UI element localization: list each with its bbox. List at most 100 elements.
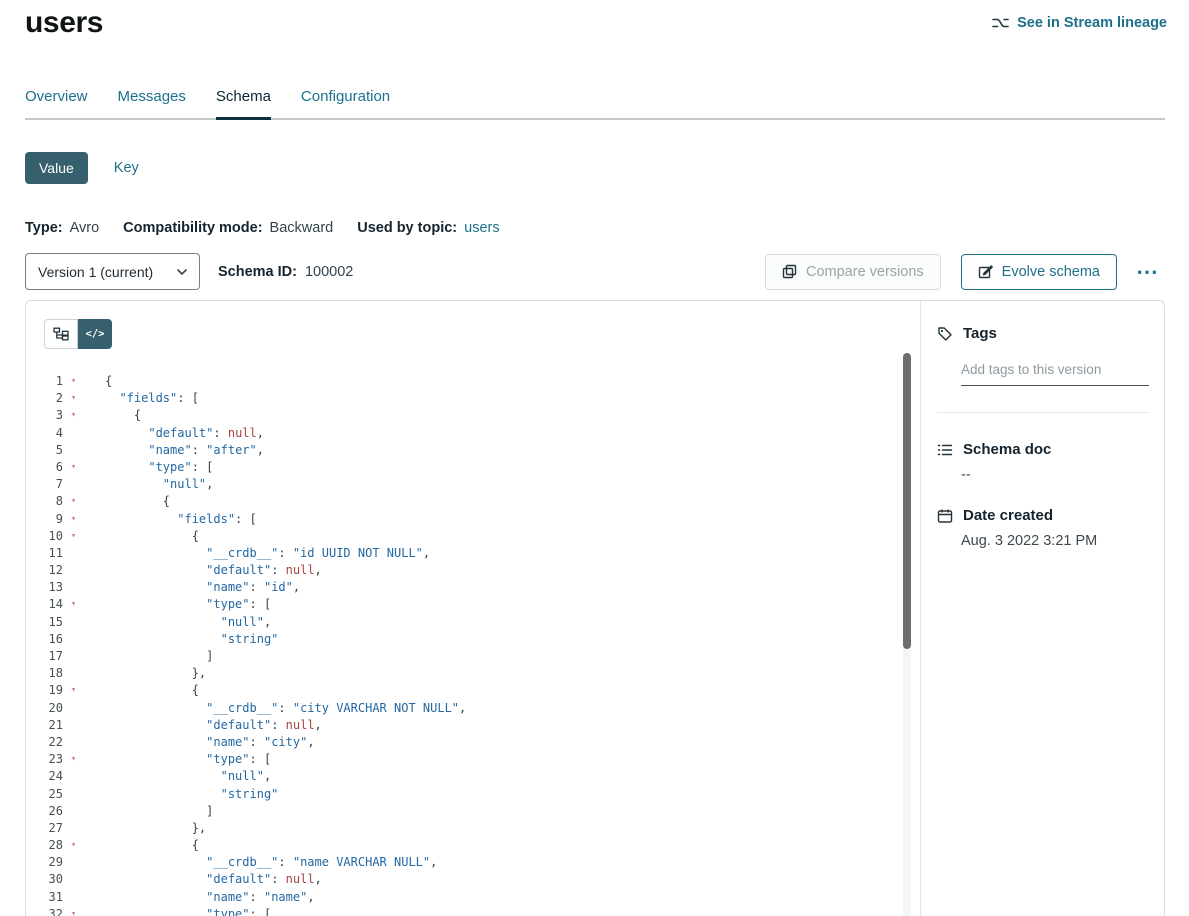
fold-spacer [63,717,84,734]
code-text: "default": null, [105,562,322,579]
compare-versions-button[interactable]: Compare versions [765,254,941,290]
code-line: 13 "name": "id", [26,579,906,596]
code-line: 24 "null", [26,768,906,785]
editor-mode-toggle: </> [44,319,112,349]
line-number: 6 [26,459,63,476]
code-line: 7 "null", [26,476,906,493]
code-line: 22 "name": "city", [26,734,906,751]
stream-lineage-label: See in Stream lineage [1017,15,1167,31]
tree-view-icon [53,327,69,341]
editor-scrollbar-track[interactable] [903,353,911,916]
code-text: }, [105,665,206,682]
more-options-button[interactable]: ⋯ [1129,254,1165,290]
code-line: 10▾ { [26,528,906,545]
fold-spacer [63,820,84,837]
tab-overview[interactable]: Overview [25,88,88,118]
stream-lineage-link[interactable]: See in Stream lineage [992,15,1167,31]
fold-toggle-icon[interactable]: ▾ [63,407,84,424]
fold-toggle-icon[interactable]: ▾ [63,596,84,613]
line-number: 17 [26,648,63,665]
line-number: 3 [26,407,63,424]
chevron-down-icon [177,269,187,275]
type-label: Type: [25,220,63,236]
fold-spacer [63,476,84,493]
fold-spacer [63,545,84,562]
evolve-schema-label: Evolve schema [1002,264,1100,280]
tags-title: Tags [963,325,997,342]
schema-meta: Type: Avro Compatibility mode: Backward … [25,220,500,236]
fold-toggle-icon[interactable]: ▾ [63,493,84,510]
line-number: 11 [26,545,63,562]
fold-toggle-icon[interactable]: ▾ [63,511,84,528]
compare-versions-icon [782,264,797,279]
fold-toggle-icon[interactable]: ▾ [63,528,84,545]
line-number: 1 [26,373,63,390]
code-text: { [105,528,199,545]
line-number: 19 [26,682,63,699]
code-text: "string" [105,786,278,803]
tab-messages[interactable]: Messages [118,88,186,118]
topic-link[interactable]: users [464,220,499,236]
code-line: 21 "default": null, [26,717,906,734]
fold-toggle-icon[interactable]: ▾ [63,837,84,854]
code-line: 11 "__crdb__": "id UUID NOT NULL", [26,545,906,562]
code-text: { [105,407,141,424]
key-toggle-button[interactable]: Key [114,160,139,176]
line-number: 32 [26,906,63,916]
code-text: { [105,682,199,699]
fold-spacer [63,425,84,442]
fold-toggle-icon[interactable]: ▾ [63,373,84,390]
code-line: 26 ] [26,803,906,820]
code-text: "null", [105,768,271,785]
code-line: 4 "default": null, [26,425,906,442]
version-select[interactable]: Version 1 (current) [25,253,200,290]
code-text: "name": "after", [105,442,264,459]
code-text: "__crdb__": "name VARCHAR NULL", [105,854,437,871]
tags-header: Tags [937,325,1165,342]
code-text: "fields": [ [105,511,257,528]
type-value: Avro [70,220,100,236]
code-line: 27 }, [26,820,906,837]
schema-doc-title: Schema doc [963,441,1051,458]
add-tags-input[interactable] [961,358,1149,386]
tree-view-button[interactable] [44,319,78,349]
code-line: 30 "default": null, [26,871,906,888]
line-number: 4 [26,425,63,442]
fold-spacer [63,665,84,682]
line-number: 29 [26,854,63,871]
code-text: "default": null, [105,717,322,734]
fold-toggle-icon[interactable]: ▾ [63,906,84,916]
page-title: users [25,6,103,40]
code-text: "null", [105,614,271,631]
fold-spacer [63,854,84,871]
line-number: 2 [26,390,63,407]
line-number: 23 [26,751,63,768]
code-line: 8▾ { [26,493,906,510]
tab-configuration[interactable]: Configuration [301,88,390,118]
value-toggle-button[interactable]: Value [25,152,88,184]
fold-toggle-icon[interactable]: ▾ [63,459,84,476]
code-text: "type": [ [105,751,271,768]
code-view-button[interactable]: </> [78,319,112,349]
compatibility-value: Backward [270,220,334,236]
line-number: 25 [26,786,63,803]
fold-toggle-icon[interactable]: ▾ [63,751,84,768]
compatibility-label: Compatibility mode: [123,220,262,236]
fold-spacer [63,579,84,596]
line-number: 28 [26,837,63,854]
evolve-schema-button[interactable]: Evolve schema [961,254,1117,290]
line-number: 7 [26,476,63,493]
fold-toggle-icon[interactable]: ▾ [63,682,84,699]
fold-toggle-icon[interactable]: ▾ [63,390,84,407]
code-lines: 1▾{2▾ "fields": [3▾ {4 "default": null,5… [26,373,906,916]
code-line: 31 "name": "name", [26,889,906,906]
code-area: 1▾{2▾ "fields": [3▾ {4 "default": null,5… [26,373,906,916]
line-number: 10 [26,528,63,545]
editor-scrollbar-thumb[interactable] [903,353,911,649]
line-number: 26 [26,803,63,820]
schema-page: users See in Stream lineage Overview Mes… [0,0,1189,916]
tab-schema[interactable]: Schema [216,88,271,118]
line-number: 27 [26,820,63,837]
tag-icon [937,326,953,342]
code-view-icon: </> [86,328,105,340]
